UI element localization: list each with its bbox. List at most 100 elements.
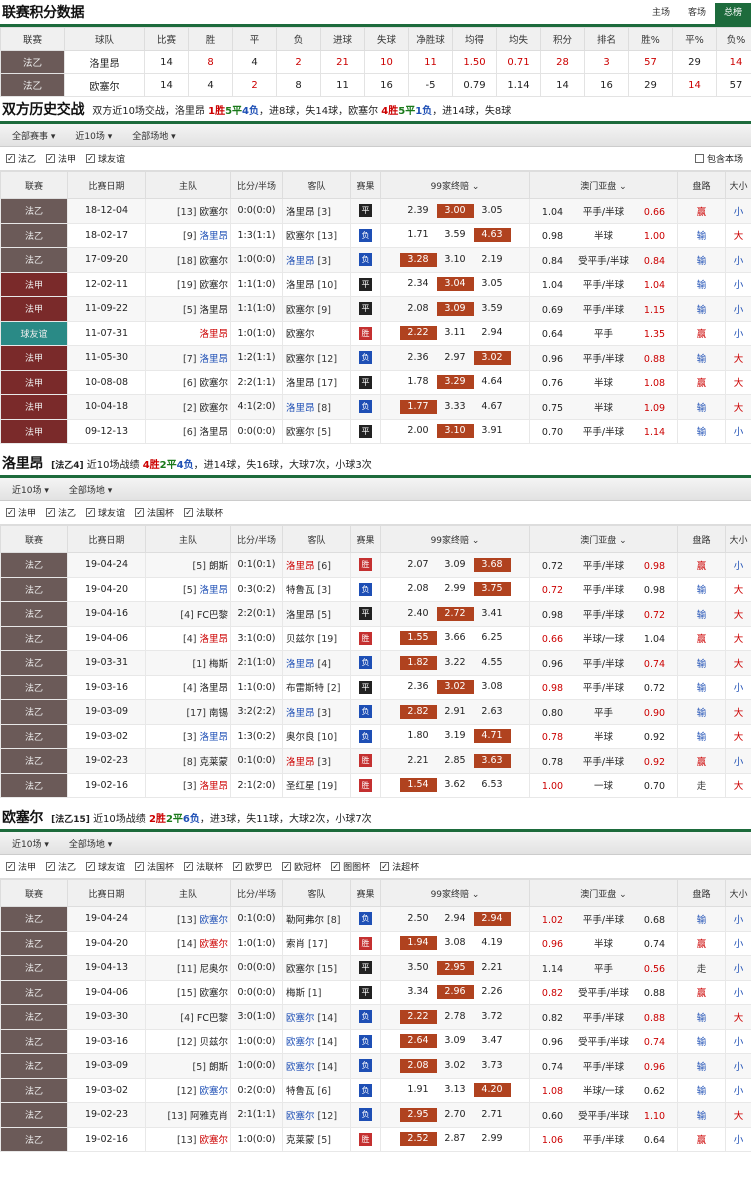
league-cell[interactable]: 法乙 <box>0 1077 68 1103</box>
checkbox-checked[interactable]: ✓ <box>184 862 194 871</box>
tab-overall[interactable]: 总榜 <box>714 3 751 24</box>
league-cell[interactable]: 法乙 <box>0 552 68 578</box>
tab-home[interactable]: 主场 <box>643 3 679 24</box>
filter-checkbox[interactable]: ✓ 法联杯 <box>184 860 223 873</box>
league-cell[interactable]: 法乙 <box>0 576 68 602</box>
home-team-name[interactable]: 洛里昂 <box>199 585 228 596</box>
home-team-name[interactable]: 南锡 <box>209 708 228 719</box>
away-team-name[interactable]: 贝兹尔 <box>286 634 315 645</box>
home-team-name[interactable]: 欧塞尔 <box>199 1086 228 1097</box>
home-team-name[interactable]: 洛里昂 <box>199 732 228 743</box>
league-cell[interactable]: 法乙 <box>0 1102 68 1128</box>
home-team-name[interactable]: 欧塞尔 <box>199 403 228 414</box>
league-cell[interactable]: 球友谊 <box>0 320 68 346</box>
league-cell[interactable]: 法乙 <box>0 699 68 725</box>
filter-checkbox[interactable]: ✓ 图图杯 <box>331 860 370 873</box>
filter-checkbox[interactable]: ✓ 欧冠杯 <box>282 860 321 873</box>
checkbox-checked[interactable]: ✓ <box>331 862 341 871</box>
league-cell[interactable]: 法乙 <box>0 1028 68 1054</box>
home-team-name[interactable]: 朗斯 <box>209 1062 228 1073</box>
away-team-name[interactable]: 洛里昂 <box>286 659 315 670</box>
filter-checkbox[interactable]: ✓ 球友谊 <box>86 506 125 519</box>
checkbox-checked[interactable]: ✓ <box>135 508 145 517</box>
away-team-name[interactable]: 圣红星 <box>286 781 315 792</box>
league-cell[interactable]: 法甲 <box>0 345 68 371</box>
chevron-down-icon[interactable]: ⌄ <box>616 536 627 546</box>
league-cell[interactable]: 法乙 <box>0 222 68 248</box>
league-cell[interactable]: 法乙 <box>0 601 68 627</box>
home-team-name[interactable]: 欧塞尔 <box>199 256 228 267</box>
filter-checkbox[interactable]: ✓ 球友谊 <box>86 152 125 165</box>
checkbox-checked[interactable]: ✓ <box>86 508 96 517</box>
league-cell[interactable]: 法甲 <box>0 394 68 420</box>
filter-checkbox[interactable]: ✓ 法乙 <box>6 152 36 165</box>
include-current-checkbox[interactable]: 包含本场 <box>694 152 743 165</box>
home-team-name[interactable]: 洛里昂 <box>199 634 228 645</box>
home-team-name[interactable]: 洛里昂 <box>199 683 228 694</box>
home-team-name[interactable]: 洛里昂 <box>199 427 228 438</box>
filter-checkbox[interactable]: ✓ 法乙 <box>46 506 76 519</box>
away-team-name[interactable]: 欧塞尔 <box>286 964 315 975</box>
league-cell[interactable]: 法乙 <box>0 1126 68 1152</box>
home-team-name[interactable]: 洛里昂 <box>199 305 228 316</box>
filter-checkbox[interactable]: ✓ 法甲 <box>6 506 36 519</box>
filter-checkbox[interactable]: ✓ 法乙 <box>46 860 76 873</box>
away-team-name[interactable]: 洛里昂 <box>286 256 315 267</box>
league-cell[interactable]: 法乙 <box>0 674 68 700</box>
away-team-name[interactable]: 欧塞尔 <box>286 1111 315 1122</box>
checkbox-checked[interactable]: ✓ <box>46 154 56 163</box>
home-team-name[interactable]: 欧塞尔 <box>199 1135 228 1146</box>
away-team-name[interactable]: 布雷斯特 <box>286 683 324 694</box>
away-team-name[interactable]: 特鲁瓦 <box>286 1086 315 1097</box>
away-team-name[interactable]: 洛里昂 <box>286 561 315 572</box>
league-cell[interactable]: 法乙 <box>0 625 68 651</box>
league-cell[interactable]: 法乙 <box>0 930 68 956</box>
home-team-name[interactable]: 朗斯 <box>209 561 228 572</box>
away-team-name[interactable]: 梅斯 <box>286 988 305 999</box>
filter-competition[interactable]: 全部赛事 ▾ <box>12 129 55 142</box>
away-team-name[interactable]: 特鲁瓦 <box>286 585 315 596</box>
away-team-name[interactable]: 欧塞尔 <box>286 231 315 242</box>
checkbox-checked[interactable]: ✓ <box>46 862 56 871</box>
away-team-name[interactable]: 洛里昂 <box>286 207 315 218</box>
away-team-name[interactable]: 欧塞尔 <box>286 427 315 438</box>
league-cell[interactable]: 法甲 <box>0 296 68 322</box>
away-team-name[interactable]: 勒阿弗尔 <box>286 915 324 926</box>
checkbox-checked[interactable]: ✓ <box>86 154 96 163</box>
away-team-name[interactable]: 洛里昂 <box>286 610 315 621</box>
league-cell[interactable]: 法乙 <box>0 748 68 774</box>
league-cell[interactable]: 法乙 <box>0 979 68 1005</box>
filter-count[interactable]: 近10场 ▾ <box>75 129 112 142</box>
checkbox-checked[interactable]: ✓ <box>282 862 292 871</box>
home-team-name[interactable]: 欧塞尔 <box>199 915 228 926</box>
filter-checkbox[interactable]: ✓ 法国杯 <box>135 860 174 873</box>
checkbox-checked[interactable]: ✓ <box>135 862 145 871</box>
filter-checkbox[interactable]: ✓ 法甲 <box>46 152 76 165</box>
chevron-down-icon[interactable]: ⌄ <box>469 536 480 546</box>
checkbox-checked[interactable]: ✓ <box>86 862 96 871</box>
league-cell[interactable]: 法甲 <box>0 369 68 395</box>
home-team-name[interactable]: 欧塞尔 <box>199 939 228 950</box>
filter-checkbox[interactable]: ✓ 欧罗巴 <box>233 860 272 873</box>
league-cell[interactable]: 法乙 <box>0 1053 68 1079</box>
league-cell[interactable]: 法乙 <box>0 955 68 981</box>
tab-away[interactable]: 客场 <box>679 3 715 24</box>
home-team-name[interactable]: 洛里昂 <box>199 329 228 340</box>
chevron-down-icon[interactable]: ⌄ <box>616 182 627 192</box>
away-team-name[interactable]: 洛里昂 <box>286 280 315 291</box>
home-team-name[interactable]: 阿雅克肖 <box>190 1111 228 1122</box>
away-team-name[interactable]: 索肖 <box>286 939 305 950</box>
away-team-name[interactable]: 欧塞尔 <box>286 1062 315 1073</box>
checkbox-checked[interactable]: ✓ <box>184 508 194 517</box>
checkbox-checked[interactable]: ✓ <box>6 508 15 517</box>
away-team-name[interactable]: 洛里昂 <box>286 378 315 389</box>
league-cell[interactable]: 法乙 <box>0 1004 68 1030</box>
league-cell[interactable]: 法甲 <box>0 271 68 297</box>
home-team-name[interactable]: 欧塞尔 <box>199 988 228 999</box>
league-cell[interactable]: 法乙 <box>0 198 68 224</box>
away-team-name[interactable]: 洛里昂 <box>286 757 315 768</box>
checkbox-checked[interactable]: ✓ <box>6 154 15 163</box>
home-team-name[interactable]: 欧塞尔 <box>199 378 228 389</box>
filter-venue[interactable]: 全部场地 ▾ <box>132 129 175 142</box>
filter-venue[interactable]: 全部场地 ▾ <box>69 483 112 496</box>
